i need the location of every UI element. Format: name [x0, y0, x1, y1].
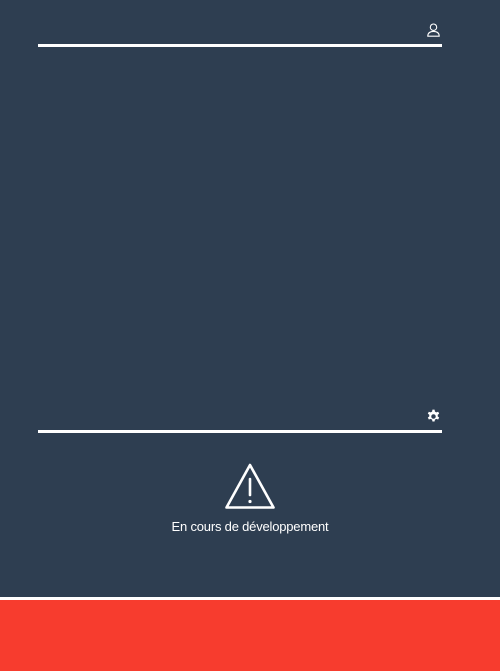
development-notice: En cours de développement [0, 462, 500, 534]
gear-icon[interactable] [425, 408, 441, 424]
top-section-body [38, 47, 442, 397]
app-window: En cours de développement [0, 0, 500, 671]
footer-bar [0, 600, 500, 671]
development-notice-text: En cours de développement [171, 519, 329, 534]
warning-icon [224, 462, 276, 515]
bottom-section-header [38, 402, 442, 433]
top-section-header [38, 16, 442, 47]
user-icon[interactable] [425, 22, 441, 38]
